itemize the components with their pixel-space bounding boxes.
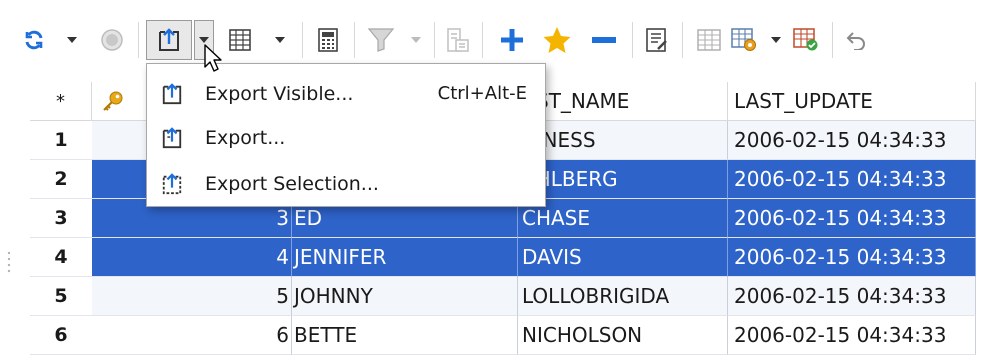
column-header-last-update[interactable]: LAST_UPDATE	[728, 82, 976, 121]
export-icon	[159, 28, 179, 51]
menu-item-label: Export Selection...	[205, 173, 379, 195]
last-update-cell[interactable]: 2006-02-15 04:34:33	[728, 160, 976, 199]
export-dropdown-menu: Export Visible... Ctrl+Alt-E Export... E…	[146, 63, 546, 207]
row-number-cell[interactable]: 3	[30, 199, 92, 238]
grid-view-button[interactable]	[226, 20, 254, 60]
first-name-cell[interactable]: JOHNNY	[292, 277, 518, 316]
chevron-down-icon	[275, 37, 285, 43]
undo-icon	[846, 32, 865, 50]
first-name-cell[interactable]: BETTE	[292, 316, 518, 355]
stop-button[interactable]	[98, 20, 126, 60]
first-name-cell[interactable]: JENNIFER	[292, 238, 518, 277]
edit-icon	[646, 28, 667, 52]
refresh-dropdown[interactable]	[64, 20, 80, 60]
menu-item-export-selection[interactable]: Export Selection...	[147, 166, 545, 202]
separator	[302, 22, 303, 58]
last-name-cell[interactable]: UINESS	[518, 121, 728, 160]
last-name-cell[interactable]: CHASE	[518, 199, 728, 238]
apply-button[interactable]	[790, 20, 822, 60]
key-icon	[103, 91, 123, 111]
calculator-button[interactable]	[314, 20, 342, 60]
edit-button[interactable]	[642, 20, 672, 60]
record-icon	[447, 28, 469, 52]
chevron-down-icon	[199, 37, 209, 43]
last-update-cell[interactable]: 2006-02-15 04:34:33	[728, 316, 976, 355]
record-view-button[interactable]	[444, 20, 472, 60]
separator	[482, 22, 483, 58]
row-number-cell[interactable]: 5	[30, 277, 92, 316]
stop-circle-icon	[101, 29, 123, 51]
row-number-cell[interactable]: 4	[30, 238, 92, 277]
star-icon	[543, 27, 571, 53]
table-row[interactable]: 5 5 JOHNNY LOLLOBRIGIDA 2006-02-15 04:34:33	[0, 277, 1000, 316]
last-name-cell[interactable]: AHLBERG	[518, 160, 728, 199]
actor-id-cell[interactable]: 6	[92, 316, 292, 355]
column-header-last-name[interactable]: ST_NAME	[518, 82, 728, 121]
delete-row-button[interactable]	[586, 20, 622, 60]
export-button[interactable]	[146, 20, 192, 60]
export-icon	[162, 127, 182, 149]
actor-id-cell[interactable]: 5	[92, 277, 292, 316]
menu-item-shortcut: Ctrl+Alt-E	[437, 83, 527, 104]
separator	[434, 22, 435, 58]
table-row[interactable]: 4 4 JENNIFER DAVIS 2006-02-15 04:34:33	[0, 238, 1000, 277]
filter-icon	[368, 28, 394, 52]
separator	[354, 22, 355, 58]
last-name-cell[interactable]: DAVIS	[518, 238, 728, 277]
separator	[832, 22, 833, 58]
last-update-cell[interactable]: 2006-02-15 04:34:33	[728, 238, 976, 277]
chevron-down-icon	[411, 37, 421, 43]
favorite-button[interactable]	[540, 20, 574, 60]
last-update-cell[interactable]: 2006-02-15 04:34:33	[728, 121, 976, 160]
grid-config-button[interactable]	[728, 20, 760, 60]
row-marker-header: *	[30, 82, 92, 121]
filter-button[interactable]	[364, 20, 398, 60]
row-number-cell[interactable]: 2	[30, 160, 92, 199]
grid-settings-button[interactable]	[694, 20, 724, 60]
last-update-cell[interactable]: 2006-02-15 04:34:33	[728, 199, 976, 238]
separator	[682, 22, 683, 58]
menu-item-label: Export...	[205, 127, 286, 149]
grid-settings-icon	[697, 29, 721, 51]
last-update-cell[interactable]: 2006-02-15 04:34:33	[728, 277, 976, 316]
actor-id-cell[interactable]: 4	[92, 238, 292, 277]
refresh-icon	[25, 30, 43, 50]
last-name-cell[interactable]: LOLLOBRIGIDA	[518, 277, 728, 316]
grid-view-dropdown[interactable]	[272, 20, 288, 60]
separator	[138, 22, 139, 58]
chevron-down-icon	[771, 37, 781, 43]
row-number-cell[interactable]: 1	[30, 121, 92, 160]
menu-item-export[interactable]: Export...	[147, 120, 545, 156]
refresh-button[interactable]	[20, 20, 48, 60]
last-name-cell[interactable]: NICHOLSON	[518, 316, 728, 355]
add-row-button[interactable]	[494, 20, 530, 60]
menu-item-label: Export Visible...	[205, 83, 354, 105]
chevron-down-icon	[67, 37, 77, 43]
menu-item-export-visible[interactable]: Export Visible... Ctrl+Alt-E	[147, 76, 545, 112]
export-selection-icon	[162, 173, 182, 195]
separator	[632, 22, 633, 58]
filter-dropdown[interactable]	[408, 20, 424, 60]
undo-button[interactable]	[842, 20, 872, 60]
grid-config-icon	[731, 28, 756, 51]
mouse-cursor-icon	[204, 44, 222, 72]
toolbar	[0, 0, 1000, 72]
plus-icon	[501, 29, 523, 51]
grid-icon	[229, 29, 251, 51]
grid-config-dropdown[interactable]	[768, 20, 784, 60]
row-number-cell[interactable]: 6	[30, 316, 92, 355]
grid-check-icon	[793, 28, 818, 51]
table-row[interactable]: 6 6 BETTE NICHOLSON 2006-02-15 04:34:33	[0, 316, 1000, 355]
minus-icon	[592, 37, 616, 43]
splitter-handle[interactable]	[7, 250, 11, 274]
calculator-icon	[318, 28, 338, 52]
export-visible-icon	[162, 83, 182, 105]
